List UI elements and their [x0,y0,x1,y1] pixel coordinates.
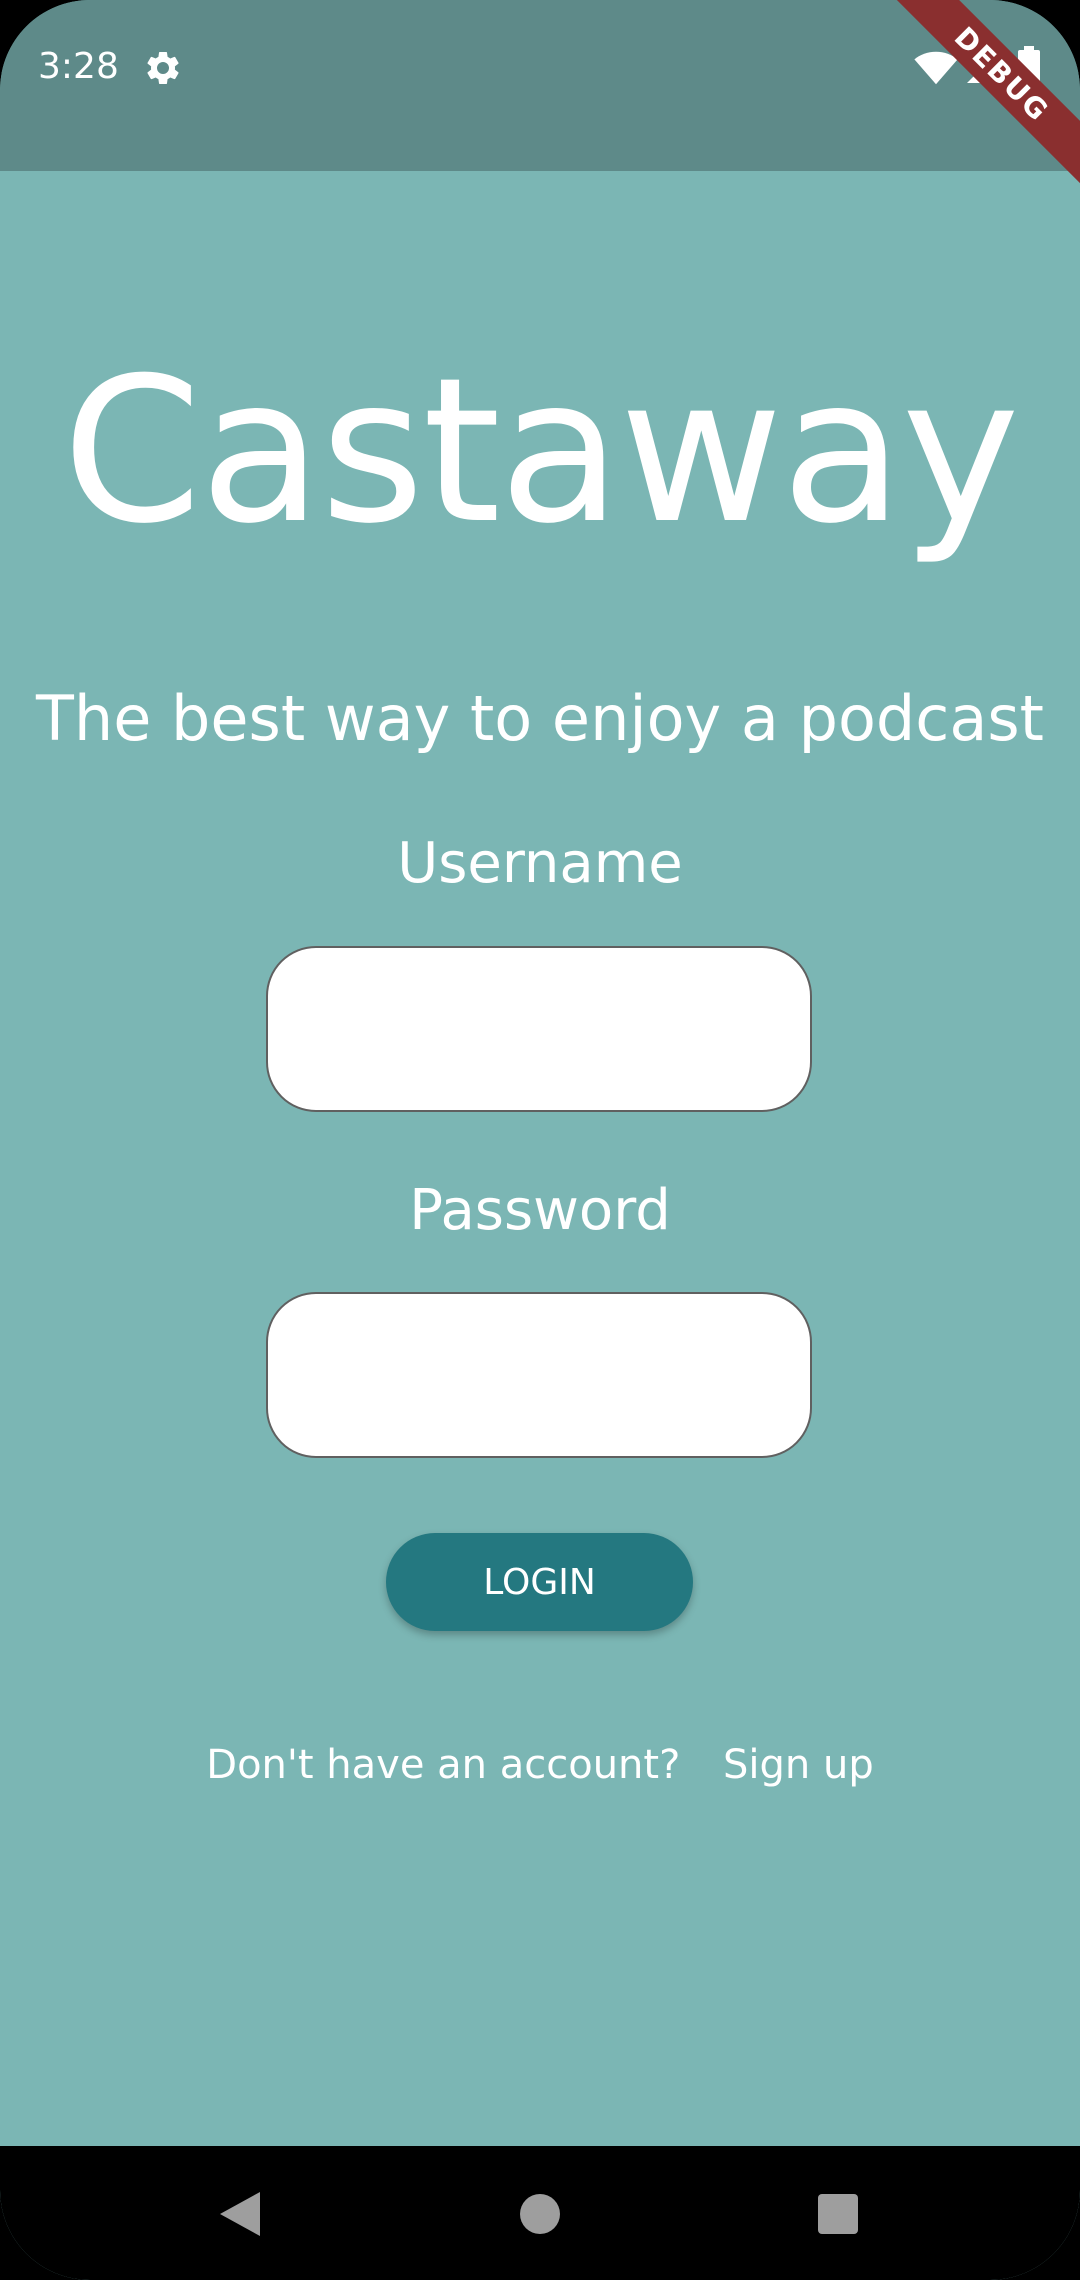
app-tagline: The best way to enjoy a podcast [36,682,1044,755]
signup-prompt: Don't have an account? [206,1742,681,1788]
status-bar: 3:28 [0,0,1080,171]
navigation-bar [0,2146,1080,2280]
password-label: Password [409,1178,671,1243]
home-icon[interactable] [520,2194,560,2234]
login-button[interactable]: LOGIN [386,1533,693,1631]
username-field[interactable] [266,946,812,1112]
app-screen: 3:28 DEBUG Castaway The best way to enjo… [0,0,1080,2280]
signup-row: Don't have an account? Sign up [0,1745,1080,1785]
password-field[interactable] [266,1292,812,1458]
recents-icon[interactable] [818,2194,858,2234]
username-label: Username [397,831,683,896]
gear-icon [147,51,179,84]
status-time: 3:28 [38,46,119,87]
back-icon[interactable] [220,2192,260,2236]
signup-link[interactable]: Sign up [723,1742,874,1788]
app-title: Castaway [62,335,1020,568]
